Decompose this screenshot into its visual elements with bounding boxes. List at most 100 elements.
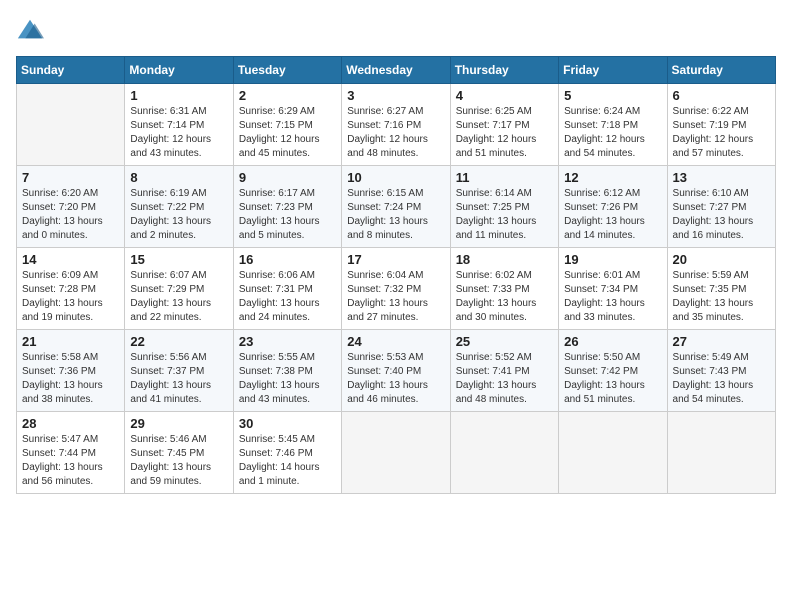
day-info: Sunrise: 6:10 AM Sunset: 7:27 PM Dayligh… — [673, 187, 770, 243]
calendar-week-row: 21Sunrise: 5:58 AM Sunset: 7:36 PM Dayli… — [17, 330, 776, 412]
logo — [16, 16, 48, 44]
calendar-cell: 25Sunrise: 5:52 AM Sunset: 7:41 PM Dayli… — [450, 330, 558, 412]
day-info: Sunrise: 6:01 AM Sunset: 7:34 PM Dayligh… — [564, 269, 661, 325]
calendar-cell — [450, 412, 558, 494]
calendar-cell: 12 Sunrise: 6:12 AM Sunset: 7:26 PM Dayli… — [559, 166, 667, 248]
day-number: 1 — [130, 88, 227, 103]
calendar-cell: 6 Sunrise: 6:22 AM Sunset: 7:19 PM Daylig… — [667, 84, 775, 166]
day-info: Sunrise: 6:07 AM Sunset: 7:29 PM Dayligh… — [130, 269, 227, 325]
calendar-cell: 3 Sunrise: 6:27 AM Sunset: 7:16 PM Daylig… — [342, 84, 450, 166]
calendar-cell: 24Sunrise: 5:53 AM Sunset: 7:40 PM Dayli… — [342, 330, 450, 412]
calendar-cell — [667, 412, 775, 494]
calendar-cell: 20Sunrise: 5:59 AM Sunset: 7:35 PM Dayli… — [667, 248, 775, 330]
weekday-header: Tuesday — [233, 57, 341, 84]
day-number: 22 — [130, 334, 227, 349]
calendar-cell: 18 Sunrise: 6:02 AM Sunset: 7:33 PM Dayli… — [450, 248, 558, 330]
day-number: 2 — [239, 88, 336, 103]
calendar-cell: 16 Sunrise: 6:06 AM Sunset: 7:31 PM Dayli… — [233, 248, 341, 330]
calendar-cell: 9 Sunrise: 6:17 AM Sunset: 7:23 PM Daylig… — [233, 166, 341, 248]
day-number: 7 — [22, 170, 119, 185]
weekday-header: Thursday — [450, 57, 558, 84]
calendar-cell: 7 Sunrise: 6:20 AM Sunset: 7:20 PM Daylig… — [17, 166, 125, 248]
logo-icon — [16, 16, 44, 44]
day-number: 11 — [456, 170, 553, 185]
day-info: Sunrise: 6:27 AM Sunset: 7:16 PM Dayligh… — [347, 105, 444, 161]
calendar-cell: 17 Sunrise: 6:04 AM Sunset: 7:32 PM Dayli… — [342, 248, 450, 330]
day-number: 5 — [564, 88, 661, 103]
day-info: Sunrise: 6:17 AM Sunset: 7:23 PM Dayligh… — [239, 187, 336, 243]
calendar-cell: 26 Sunrise: 5:50 AM Sunset: 7:42 PM Dayli… — [559, 330, 667, 412]
day-number: 14 — [22, 252, 119, 267]
day-number: 23 — [239, 334, 336, 349]
day-info: Sunrise: 6:20 AM Sunset: 7:20 PM Dayligh… — [22, 187, 119, 243]
calendar-week-row: 1 Sunrise: 6:31 AM Sunset: 7:14 PM Daylig… — [17, 84, 776, 166]
calendar-cell: 13 Sunrise: 6:10 AM Sunset: 7:27 PM Dayli… — [667, 166, 775, 248]
weekday-header: Saturday — [667, 57, 775, 84]
day-number: 17 — [347, 252, 444, 267]
calendar-cell — [559, 412, 667, 494]
calendar-cell — [17, 84, 125, 166]
calendar-cell — [342, 412, 450, 494]
day-number: 3 — [347, 88, 444, 103]
calendar-cell: 29Sunrise: 5:46 AM Sunset: 7:45 PM Dayli… — [125, 412, 233, 494]
day-info: Sunrise: 5:53 AM Sunset: 7:40 PM Dayligh… — [347, 351, 444, 407]
day-number: 13 — [673, 170, 770, 185]
day-info: Sunrise: 6:29 AM Sunset: 7:15 PM Dayligh… — [239, 105, 336, 161]
calendar-cell: 23 Sunrise: 5:55 AM Sunset: 7:38 PM Dayli… — [233, 330, 341, 412]
calendar-cell: 2 Sunrise: 6:29 AM Sunset: 7:15 PM Daylig… — [233, 84, 341, 166]
day-info: Sunrise: 5:49 AM Sunset: 7:43 PM Dayligh… — [673, 351, 770, 407]
day-info: Sunrise: 6:02 AM Sunset: 7:33 PM Dayligh… — [456, 269, 553, 325]
calendar-cell: 1 Sunrise: 6:31 AM Sunset: 7:14 PM Daylig… — [125, 84, 233, 166]
day-number: 26 — [564, 334, 661, 349]
day-info: Sunrise: 6:22 AM Sunset: 7:19 PM Dayligh… — [673, 105, 770, 161]
day-number: 4 — [456, 88, 553, 103]
calendar-cell: 21Sunrise: 5:58 AM Sunset: 7:36 PM Dayli… — [17, 330, 125, 412]
calendar-table: SundayMondayTuesdayWednesdayThursdayFrid… — [16, 56, 776, 494]
day-info: Sunrise: 6:15 AM Sunset: 7:24 PM Dayligh… — [347, 187, 444, 243]
day-info: Sunrise: 5:47 AM Sunset: 7:44 PM Dayligh… — [22, 433, 119, 489]
day-number: 21 — [22, 334, 119, 349]
day-info: Sunrise: 6:25 AM Sunset: 7:17 PM Dayligh… — [456, 105, 553, 161]
calendar-cell: 5 Sunrise: 6:24 AM Sunset: 7:18 PM Daylig… — [559, 84, 667, 166]
day-info: Sunrise: 5:55 AM Sunset: 7:38 PM Dayligh… — [239, 351, 336, 407]
day-info: Sunrise: 6:14 AM Sunset: 7:25 PM Dayligh… — [456, 187, 553, 243]
calendar-week-row: 7 Sunrise: 6:20 AM Sunset: 7:20 PM Daylig… — [17, 166, 776, 248]
day-number: 18 — [456, 252, 553, 267]
day-number: 6 — [673, 88, 770, 103]
calendar-cell: 19 Sunrise: 6:01 AM Sunset: 7:34 PM Dayli… — [559, 248, 667, 330]
calendar-cell: 28 Sunrise: 5:47 AM Sunset: 7:44 PM Dayli… — [17, 412, 125, 494]
day-info: Sunrise: 5:59 AM Sunset: 7:35 PM Dayligh… — [673, 269, 770, 325]
weekday-header: Sunday — [17, 57, 125, 84]
day-info: Sunrise: 5:56 AM Sunset: 7:37 PM Dayligh… — [130, 351, 227, 407]
calendar-week-row: 28 Sunrise: 5:47 AM Sunset: 7:44 PM Dayli… — [17, 412, 776, 494]
day-number: 30 — [239, 416, 336, 431]
day-info: Sunrise: 5:50 AM Sunset: 7:42 PM Dayligh… — [564, 351, 661, 407]
weekday-header-row: SundayMondayTuesdayWednesdayThursdayFrid… — [17, 57, 776, 84]
weekday-header: Friday — [559, 57, 667, 84]
day-number: 9 — [239, 170, 336, 185]
day-info: Sunrise: 6:24 AM Sunset: 7:18 PM Dayligh… — [564, 105, 661, 161]
day-number: 19 — [564, 252, 661, 267]
calendar-cell: 14 Sunrise: 6:09 AM Sunset: 7:28 PM Dayli… — [17, 248, 125, 330]
calendar-week-row: 14 Sunrise: 6:09 AM Sunset: 7:28 PM Dayli… — [17, 248, 776, 330]
day-info: Sunrise: 6:04 AM Sunset: 7:32 PM Dayligh… — [347, 269, 444, 325]
day-info: Sunrise: 6:09 AM Sunset: 7:28 PM Dayligh… — [22, 269, 119, 325]
day-number: 10 — [347, 170, 444, 185]
day-number: 12 — [564, 170, 661, 185]
day-info: Sunrise: 6:31 AM Sunset: 7:14 PM Dayligh… — [130, 105, 227, 161]
day-info: Sunrise: 6:06 AM Sunset: 7:31 PM Dayligh… — [239, 269, 336, 325]
day-number: 28 — [22, 416, 119, 431]
day-info: Sunrise: 5:45 AM Sunset: 7:46 PM Dayligh… — [239, 433, 336, 489]
day-number: 8 — [130, 170, 227, 185]
day-number: 16 — [239, 252, 336, 267]
day-number: 15 — [130, 252, 227, 267]
day-info: Sunrise: 6:12 AM Sunset: 7:26 PM Dayligh… — [564, 187, 661, 243]
calendar-cell: 10 Sunrise: 6:15 AM Sunset: 7:24 PM Dayli… — [342, 166, 450, 248]
weekday-header: Monday — [125, 57, 233, 84]
day-info: Sunrise: 5:52 AM Sunset: 7:41 PM Dayligh… — [456, 351, 553, 407]
day-number: 27 — [673, 334, 770, 349]
page-header — [16, 16, 776, 44]
calendar-cell: 8Sunrise: 6:19 AM Sunset: 7:22 PM Daylig… — [125, 166, 233, 248]
calendar-cell: 27 Sunrise: 5:49 AM Sunset: 7:43 PM Dayli… — [667, 330, 775, 412]
day-info: Sunrise: 5:46 AM Sunset: 7:45 PM Dayligh… — [130, 433, 227, 489]
